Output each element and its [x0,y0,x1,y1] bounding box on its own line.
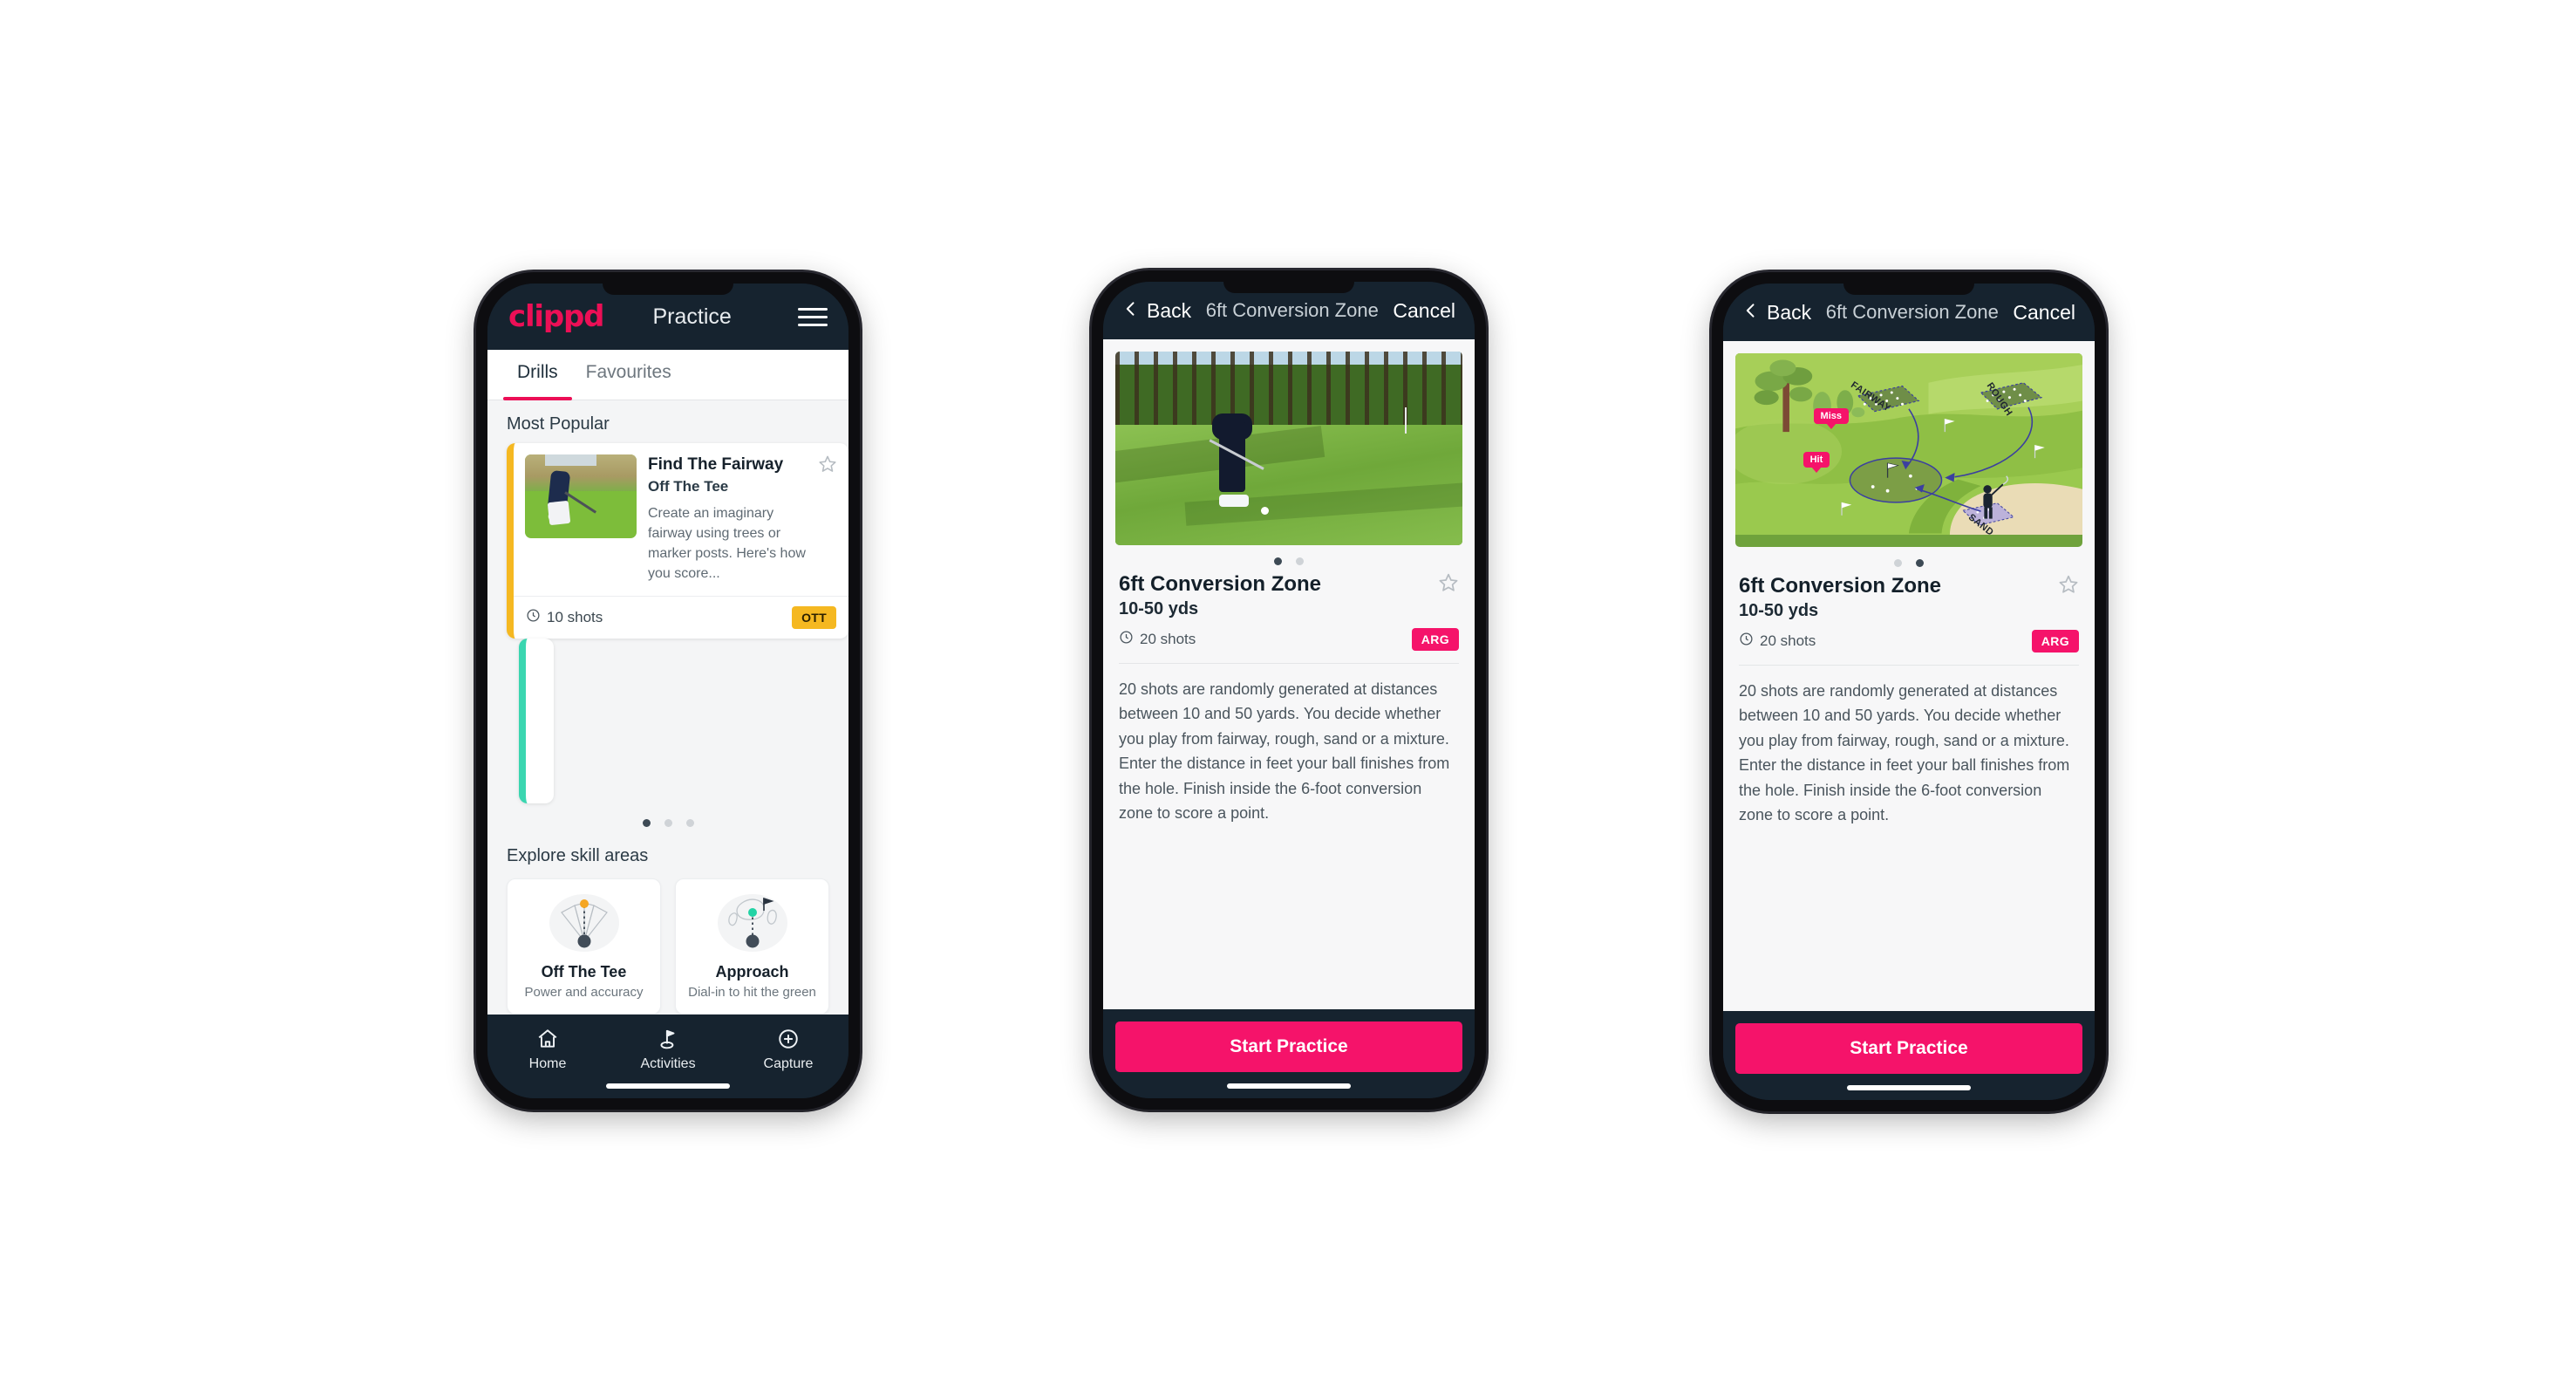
cancel-button[interactable]: Cancel [2013,301,2075,325]
drill-card[interactable]: Find The Fairway Off The Tee Create an i… [507,443,848,639]
home-indicator [606,1083,730,1089]
nav-item-capture[interactable]: Capture [728,1026,848,1072]
hamburger-menu-icon[interactable] [798,307,828,326]
drill-detail-badge: ARG [1411,628,1459,651]
plus-circle-icon [728,1026,848,1052]
phone-notch [1843,284,1974,295]
back-label: Back [1767,300,1812,324]
drill-detail-title: 6ft Conversion Zone [1119,572,1322,596]
section-title-explore-skill-areas: Explore skill areas [507,845,649,865]
nav-label: Capture [763,1056,814,1071]
carousel-dot-2[interactable] [664,818,672,827]
back-label: Back [1147,298,1192,322]
star-outline-icon[interactable] [2058,574,2079,595]
drill-media-photo[interactable] [1115,352,1462,545]
back-button[interactable]: Back [1742,301,1811,325]
drill-category: Off The Tee [648,477,729,495]
star-outline-icon[interactable] [1438,572,1459,593]
nav-label: Activities [640,1056,696,1071]
drill-detail-shots: 20 shots [1119,630,1196,649]
drill-detail-shots-label: 20 shots [1760,632,1816,649]
clock-icon [1119,630,1134,649]
drill-detail-header: 6ft Conversion Zone 10-50 yds 20 shots A… [1723,572,2095,653]
drill-detail-header: 6ft Conversion Zone 10-50 yds 20 shots A… [1103,571,1475,651]
drill-shots-label: 10 shots [547,608,603,625]
screenshot-canvas: clippd Practice Drills Favourites Most P… [0,0,2576,1387]
media-pagination [1723,547,2095,572]
start-practice-button[interactable]: Start Practice [1735,1023,2082,1074]
drill-detail-description: 20 shots are randomly generated at dista… [1119,680,1450,823]
drill-card-next-peek[interactable] [519,638,554,803]
approach-icon [713,892,792,956]
tab-drills[interactable]: Drills [503,350,572,400]
cancel-button[interactable]: Cancel [1393,299,1455,323]
drill-detail-shots: 20 shots [1739,632,1816,651]
drill-detail-body: FAIRWAY ROUGH SAND Miss Hit 6ft Conversi… [1723,341,2095,1011]
chevron-left-icon [1742,301,1760,325]
drill-detail-shots-label: 20 shots [1140,631,1196,647]
media-dot-2[interactable] [1916,559,1924,567]
marker-miss: Miss [1813,408,1850,430]
tab-bar: Drills Favourites [487,350,848,400]
drill-detail-distance: 10-50 yds [1119,599,1199,618]
practice-content: Most Popular Find The Fairway Off The Te… [487,400,848,1015]
phone-notch [1223,282,1354,293]
phone-mockup-drill-detail-diagram: Back 6ft Conversion Zone Cancel FAIRWAY … [1712,272,2106,1111]
carousel-dot-3[interactable] [685,818,694,827]
drill-thumbnail [525,454,637,538]
drill-detail-description: 20 shots are randomly generated at dista… [1739,682,2070,824]
drill-description: Create an imaginary fairway using trees … [648,505,806,582]
detail-title: 6ft Conversion Zone [1205,299,1379,321]
drill-skill-badge: OTT [792,605,836,629]
drill-media-course-diagram[interactable]: FAIRWAY ROUGH SAND Miss Hit [1735,353,2082,547]
skill-card-subtitle: Power and accuracy [524,984,644,1000]
media-dot-1[interactable] [1894,559,1902,567]
nav-item-home[interactable]: Home [487,1026,608,1072]
clock-icon [1739,632,1754,651]
media-pagination [1103,545,1475,571]
skill-card-title: Off The Tee [541,962,627,980]
drill-shots: 10 shots [526,608,603,627]
drill-detail-distance: 10-50 yds [1739,601,1819,620]
back-button[interactable]: Back [1122,299,1191,323]
carousel-pagination [487,803,848,832]
skill-card-approach[interactable]: Approach Dial-in to hit the green [675,878,829,1015]
drill-carousel[interactable]: Find The Fairway Off The Tee Create an i… [487,443,848,803]
tab-favourites[interactable]: Favourites [572,350,685,400]
media-dot-2[interactable] [1296,557,1304,565]
phone-notch [603,284,733,295]
marker-hit: Hit [1803,452,1830,474]
home-icon [487,1026,608,1052]
phone-mockup-drill-detail-photo: Back 6ft Conversion Zone Cancel 6ft Conv… [1092,270,1486,1110]
skill-card-subtitle: Dial-in to hit the green [688,984,816,1000]
start-practice-button[interactable]: Start Practice [1115,1021,1462,1072]
chevron-left-icon [1122,299,1140,323]
drill-title: Find The Fairway [648,455,784,474]
star-outline-icon[interactable] [818,454,837,474]
home-indicator [1847,1085,1971,1090]
page-title: Practice [652,304,732,329]
detail-title: 6ft Conversion Zone [1825,301,1999,323]
carousel-dot-1[interactable] [642,818,651,827]
media-dot-1[interactable] [1274,557,1282,565]
home-indicator [1227,1083,1351,1089]
clock-icon [526,608,541,627]
drill-detail-title: 6ft Conversion Zone [1739,574,1942,598]
nav-item-activities[interactable]: Activities [608,1026,728,1072]
drill-detail-badge: ARG [2031,630,2079,653]
nav-label: Home [528,1056,567,1071]
skill-area-grid: Off The Tee Power and accuracy Approach … [487,875,848,1015]
drill-detail-body: 6ft Conversion Zone 10-50 yds 20 shots A… [1103,339,1475,1009]
skill-card-title: Approach [715,962,789,980]
skill-card-off-the-tee[interactable]: Off The Tee Power and accuracy [507,878,661,1015]
off-the-tee-icon [545,892,624,956]
phone-mockup-practice-list: clippd Practice Drills Favourites Most P… [476,272,860,1110]
section-title-most-popular: Most Popular [507,414,610,434]
golf-flag-icon [608,1026,728,1052]
